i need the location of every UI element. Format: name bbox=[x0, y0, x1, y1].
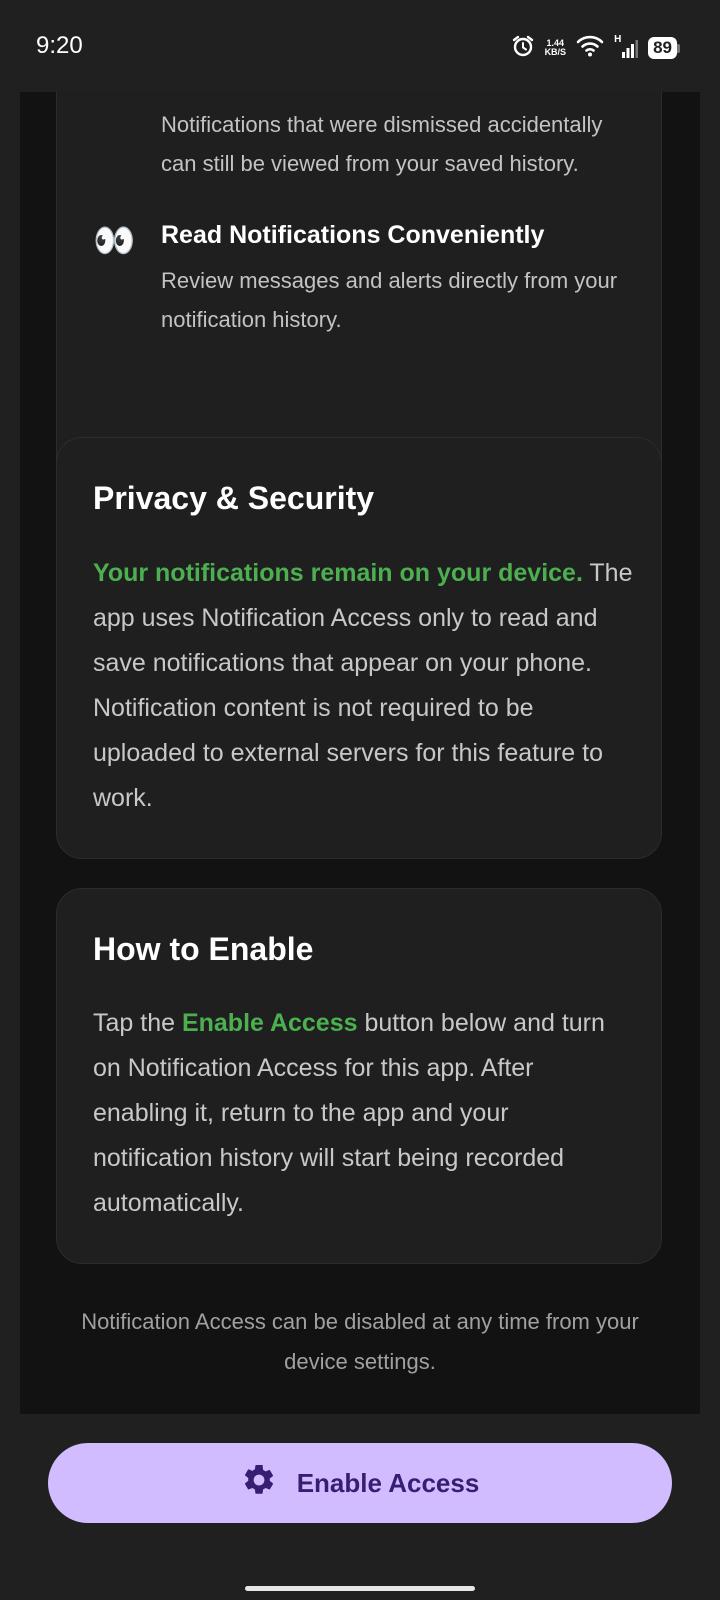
eyes-icon: 👀 bbox=[93, 222, 136, 260]
privacy-body: Your notifications remain on your device… bbox=[93, 551, 633, 821]
how-to-body: Tap the Enable Access button below and t… bbox=[93, 1001, 633, 1226]
battery-level: 89 bbox=[648, 37, 677, 59]
how-to-text-before: Tap the bbox=[93, 1009, 182, 1037]
alarm-icon bbox=[511, 34, 535, 63]
how-to-text-after: button below and turn on Notification Ac… bbox=[93, 1009, 605, 1217]
how-to-enable-card: How to Enable Tap the Enable Access butt… bbox=[56, 888, 662, 1264]
footer-note: Notification Access can be disabled at a… bbox=[81, 1309, 639, 1374]
privacy-text: The app uses Notification Access only to… bbox=[93, 559, 633, 812]
how-to-highlight: Enable Access bbox=[181, 1009, 358, 1037]
status-time: 9:20 bbox=[36, 32, 83, 59]
status-icons: 1.44 KB/S H 89 bbox=[511, 34, 680, 62]
feature-saved-history-text: Notifications that were dismissed accide… bbox=[161, 112, 603, 176]
cellular-signal-icon: H bbox=[614, 34, 639, 60]
privacy-card: Privacy & Security Your notifications re… bbox=[56, 437, 662, 859]
battery-tip bbox=[677, 43, 680, 53]
privacy-highlight: Your notifications remain on your device… bbox=[93, 559, 583, 587]
scroll-content[interactable]: Notifications that were dismissed accide… bbox=[20, 92, 700, 1414]
enable-access-label: Enable Access bbox=[296, 1467, 480, 1498]
network-speed: 1.44 KB/S bbox=[544, 38, 567, 57]
status-bar: 9:20 1.44 KB/S H 89 bbox=[0, 0, 720, 92]
gear-icon bbox=[241, 1462, 277, 1505]
privacy-title: Privacy & Security bbox=[93, 480, 375, 516]
enable-access-button[interactable]: Enable Access bbox=[48, 1443, 672, 1523]
feature-read-title: Read Notifications Conveniently bbox=[161, 221, 545, 249]
home-indicator[interactable] bbox=[245, 1586, 475, 1591]
wifi-icon bbox=[576, 35, 604, 62]
feature-read-text: Review messages and alerts directly from… bbox=[161, 268, 618, 332]
how-to-title: How to Enable bbox=[93, 931, 314, 967]
battery-indicator: 89 bbox=[648, 37, 680, 59]
